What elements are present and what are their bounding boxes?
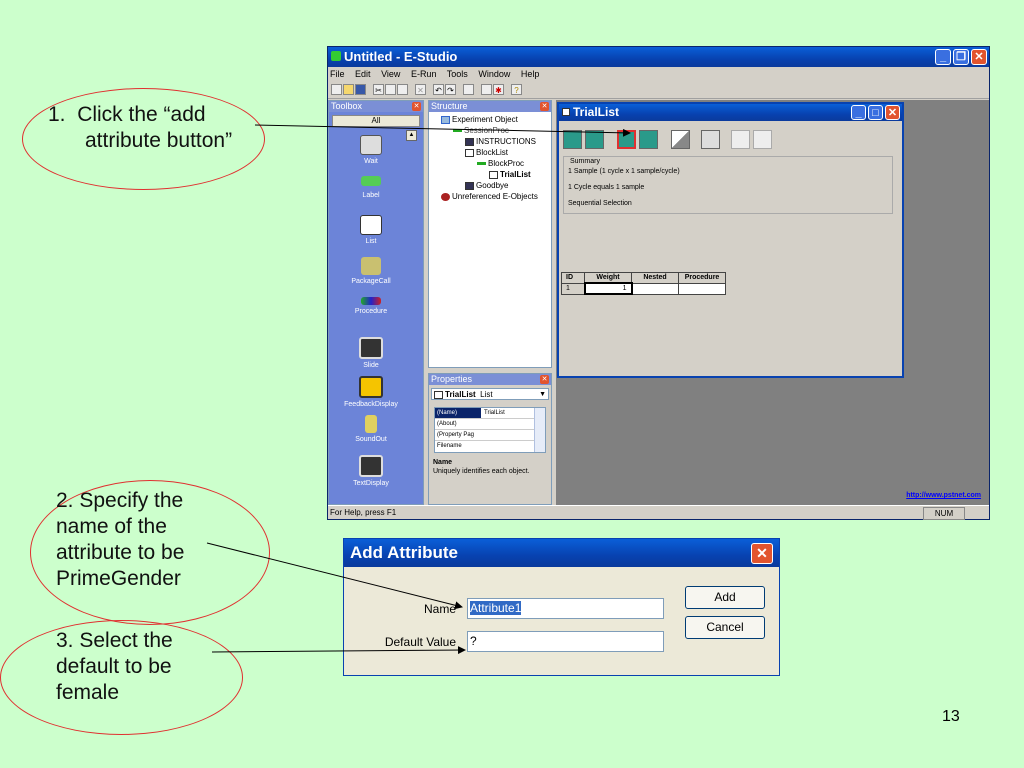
annotation-arrows — [206, 124, 631, 655]
arrow-step2 — [206, 542, 463, 610]
arrow-step1 — [254, 124, 631, 137]
page-number: 13 — [942, 708, 960, 725]
arrow-step3 — [211, 646, 466, 655]
